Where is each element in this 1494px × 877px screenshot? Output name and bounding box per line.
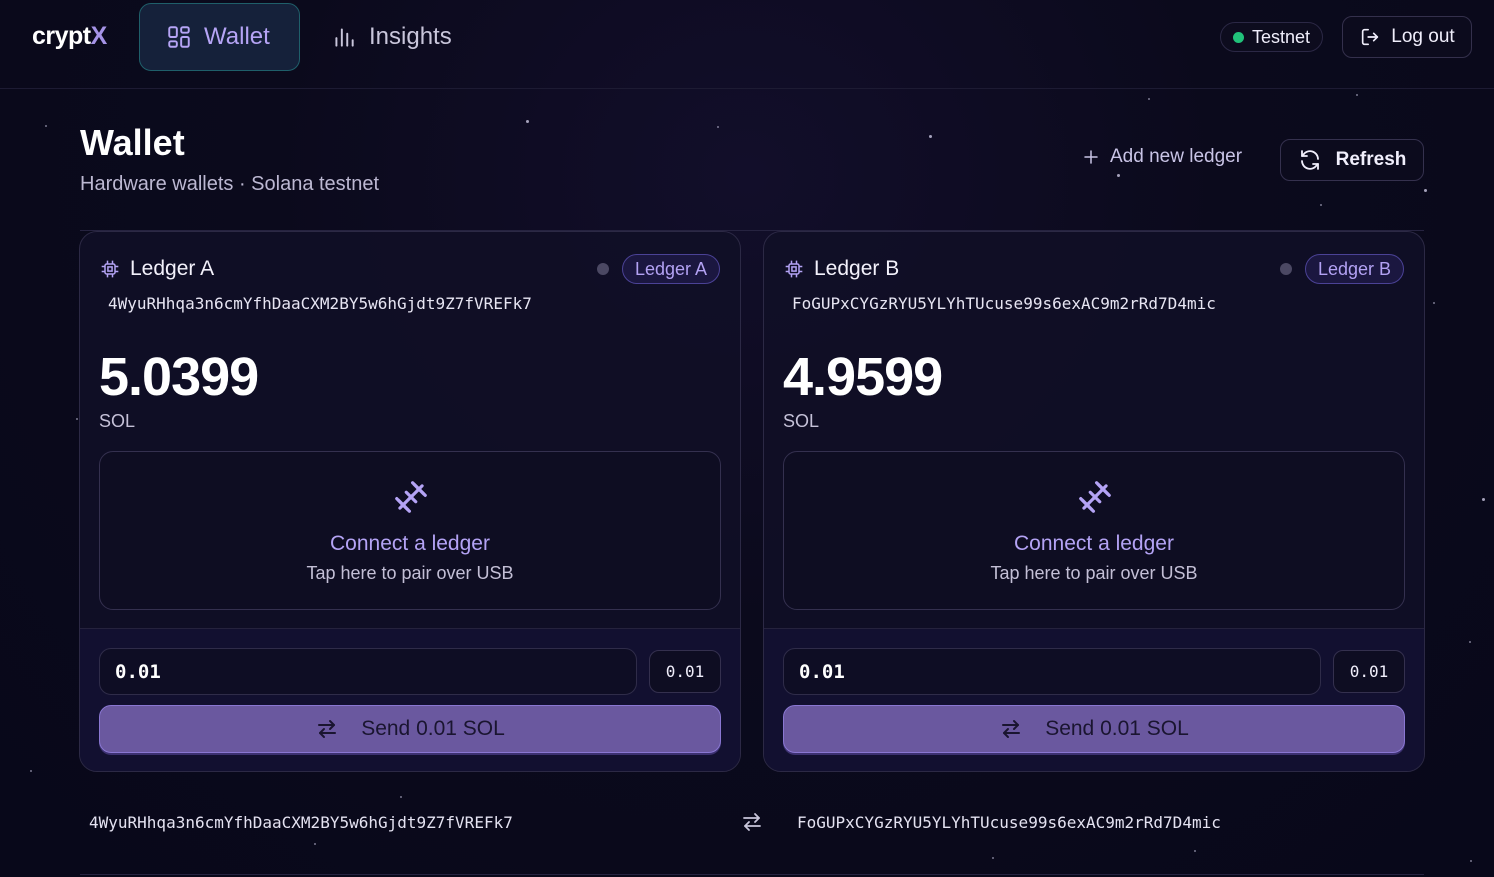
- star: [1320, 204, 1322, 206]
- connect-title: Connect a ledger: [1014, 532, 1174, 555]
- amount-preset-chip[interactable]: 0.01: [1333, 650, 1405, 693]
- plus-icon: [1084, 150, 1098, 164]
- tab-wallet[interactable]: Wallet: [139, 3, 300, 71]
- amount-preset-chip[interactable]: 0.01: [649, 650, 721, 693]
- connect-title: Connect a ledger: [330, 532, 490, 555]
- star: [1194, 850, 1196, 852]
- send-panel: 0.01 0.01 Send 0.01 SOL: [764, 628, 1424, 771]
- balance-unit: SOL: [783, 411, 820, 431]
- star: [1424, 189, 1427, 192]
- send-button[interactable]: Send 0.01 SOL: [783, 705, 1405, 753]
- card-header: Ledger B Ledger B: [784, 254, 1404, 284]
- connect-ledger-button[interactable]: Connect a ledger Tap here to pair over U…: [99, 451, 721, 610]
- top-navbar: cryptX Wallet Insights Testnet Log out: [0, 0, 1494, 89]
- add-ledger-label: Add new ledger: [1110, 146, 1243, 167]
- balance-amount: 5.0399: [99, 347, 259, 407]
- balance-amount: 4.9599: [783, 347, 943, 407]
- connection-status-dot: [1279, 263, 1292, 275]
- bar-chart-icon: [335, 28, 354, 47]
- connect-ledger-button[interactable]: Connect a ledger Tap here to pair over U…: [783, 451, 1405, 610]
- chip-icon: [101, 260, 119, 278]
- tab-label: Insights: [369, 23, 452, 50]
- ledger-address: FoGUPxCYGzRYU5YLYhTUcuse99s6exAC9m2rRd7D…: [792, 294, 1216, 313]
- ledger-card-a: Ledger A Ledger A 4WyuRHhqa3n6cmYfhDaaCX…: [79, 231, 741, 772]
- star: [1482, 498, 1485, 501]
- star: [1148, 98, 1150, 100]
- star: [314, 843, 316, 845]
- ledger-address: 4WyuRHhqa3n6cmYfhDaaCXM2BY5w6hGjdt9Z7fVR…: [108, 294, 532, 313]
- ledger-badge: Ledger A: [621, 254, 720, 284]
- ledger-name: Ledger B: [814, 257, 900, 280]
- connection-status-dot: [596, 263, 609, 275]
- logout-icon: [1362, 28, 1379, 46]
- refresh-icon: [1300, 150, 1319, 170]
- network-label: Testnet: [1252, 26, 1311, 47]
- send-label: Send 0.01 SOL: [1045, 717, 1189, 740]
- star: [1469, 641, 1471, 643]
- ledger-name: Ledger A: [130, 257, 215, 280]
- page-subtitle: Hardware wallets · Solana testnet: [80, 173, 380, 195]
- transfer-arrows-icon: [318, 720, 337, 738]
- chip-icon: [785, 260, 803, 278]
- star: [526, 120, 529, 123]
- network-status-badge: Testnet: [1220, 22, 1324, 52]
- send-button[interactable]: Send 0.01 SOL: [99, 705, 721, 753]
- divider: [80, 874, 1424, 875]
- app-logo[interactable]: cryptX: [32, 22, 107, 51]
- star: [76, 418, 78, 420]
- star: [717, 126, 719, 128]
- refresh-button[interactable]: Refresh: [1280, 139, 1424, 181]
- connect-subtitle: Tap here to pair over USB: [306, 563, 514, 583]
- star: [1470, 860, 1472, 862]
- star: [45, 125, 47, 127]
- star: [992, 857, 994, 859]
- star: [30, 770, 32, 772]
- page-title: Wallet: [80, 122, 185, 163]
- usb-plug-icon: [1079, 481, 1111, 513]
- amount-input[interactable]: 0.01: [783, 648, 1321, 695]
- star: [1117, 174, 1120, 177]
- star: [1433, 302, 1435, 304]
- swap-arrows-icon[interactable]: [740, 810, 764, 834]
- transfer-to-address: FoGUPxCYGzRYU5YLYhTUcuse99s6exAC9m2rRd7D…: [797, 813, 1221, 832]
- grid-icon: [168, 26, 190, 48]
- tab-insights[interactable]: Insights: [305, 3, 478, 71]
- balance-unit: SOL: [99, 411, 136, 431]
- amount-input[interactable]: 0.01: [99, 648, 637, 695]
- transfer-arrows-icon: [1002, 720, 1021, 738]
- card-header: Ledger A Ledger A: [100, 254, 720, 284]
- ledger-card-b: Ledger B Ledger B FoGUPxCYGzRYU5YLYhTUcu…: [763, 231, 1425, 772]
- star: [1356, 94, 1358, 96]
- tab-label: Wallet: [204, 23, 270, 50]
- connect-subtitle: Tap here to pair over USB: [990, 563, 1198, 583]
- ledger-badge: Ledger B: [1304, 254, 1404, 284]
- status-dot-icon: [1233, 31, 1244, 43]
- star: [929, 135, 932, 138]
- transfer-from-address: 4WyuRHhqa3n6cmYfhDaaCXM2BY5w6hGjdt9Z7fVR…: [89, 813, 513, 832]
- send-panel: 0.01 0.01 Send 0.01 SOL: [80, 628, 740, 771]
- refresh-label: Refresh: [1335, 149, 1407, 170]
- usb-plug-icon: [395, 481, 427, 513]
- send-label: Send 0.01 SOL: [361, 717, 505, 740]
- add-ledger-button[interactable]: Add new ledger: [1082, 146, 1242, 168]
- star: [400, 796, 402, 798]
- logout-label: Log out: [1391, 26, 1455, 47]
- logout-button[interactable]: Log out: [1342, 16, 1472, 58]
